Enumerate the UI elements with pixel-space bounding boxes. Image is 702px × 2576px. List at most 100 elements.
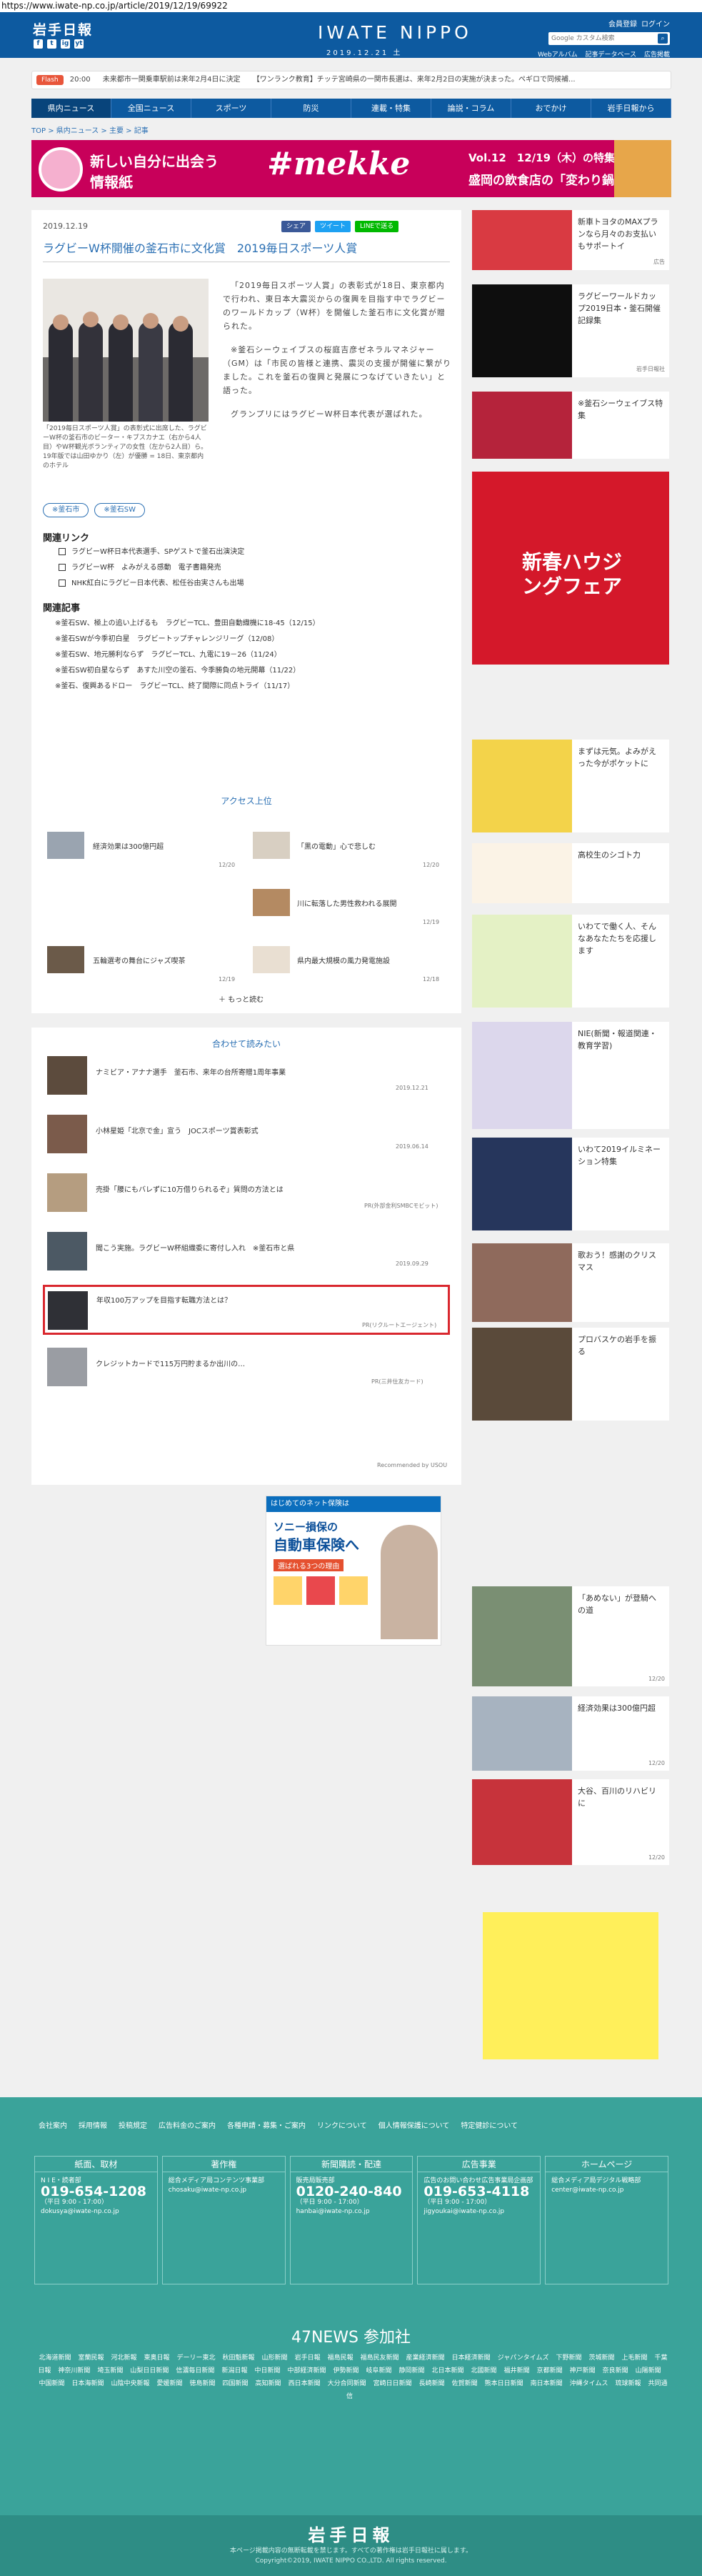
site-logo-en[interactable]: IWATE NIPPO [318, 22, 472, 43]
recommend-item-title[interactable]: ナミビア・アナナ選手 釜石市、来年の台所寄贈1周年事業 [96, 1066, 286, 1077]
recommend-item-title[interactable]: 聞こう実施。ラグビーW杯組織委に寄付し入れ ※釜石市と県 [96, 1242, 294, 1253]
related-news-item[interactable]: ※釜石SW、極上の追い上げるも ラグビーTCL、豊田自動織機に18-45（12/… [55, 616, 320, 632]
access-item-title[interactable]: 川に転落した男性救われる展開 [297, 897, 397, 908]
paper-link[interactable]: 琉球新報 [616, 2380, 641, 2387]
paper-link[interactable]: 山形新聞 [262, 2354, 288, 2362]
paper-link[interactable]: ジャパンタイムズ [498, 2354, 549, 2362]
paper-link[interactable]: 北日本新聞 [432, 2367, 464, 2374]
footer-link[interactable]: 個人情報保護について [378, 2122, 450, 2130]
facebook-share-button[interactable]: シェア [281, 221, 311, 232]
paper-link[interactable]: 山陰中央新報 [111, 2380, 149, 2387]
youtube-icon[interactable]: yt [74, 39, 84, 49]
nav-local-news[interactable]: 県内ニュース [31, 99, 111, 118]
paper-link[interactable]: 四国新聞 [223, 2380, 249, 2387]
footer-link[interactable]: 投稿規定 [119, 2122, 147, 2130]
nav-national-news[interactable]: 全国ニュース [111, 99, 191, 118]
footer-link[interactable]: リンクについて [317, 2122, 367, 2130]
instagram-icon[interactable]: ig [61, 39, 70, 49]
footer-link[interactable]: 採用情報 [79, 2122, 107, 2130]
ticker-item[interactable]: 【ワンランク教育】チッテ宮崎県の一関市長選は、来年2月2日の実施が決まった。ペギ… [253, 76, 576, 84]
url-bar[interactable]: https://www.iwate-np.co.jp/article/2019/… [0, 0, 702, 12]
related-news-item[interactable]: ※釜石SWが今季初白星 ラグビートップチャレンジリーグ（12/08） [55, 632, 279, 647]
recommend-thumb[interactable] [47, 1173, 87, 1212]
recommend-thumb[interactable] [47, 1232, 87, 1270]
paper-link[interactable]: 室蘭民報 [78, 2354, 104, 2362]
related-link[interactable]: ラグビーW杯 よみがえる感動 電子書籍発売 [59, 560, 221, 576]
search-input[interactable] [548, 32, 648, 45]
tag-kamaishi-sw[interactable]: ※釜石SW [94, 503, 146, 517]
side-item[interactable]: 大谷、百川のリハビリに 12/20 [472, 1779, 669, 1865]
paper-link[interactable]: 高知新聞 [256, 2380, 281, 2387]
tweet-button[interactable]: ツイート [315, 221, 351, 232]
paper-link[interactable]: 北海道新聞 [39, 2354, 71, 2362]
access-item-title[interactable]: 五輪選考の舞台にジャズ喫茶 [93, 955, 186, 965]
side-item[interactable]: NIE(新聞・報道関連・教育学習) [472, 1022, 669, 1129]
nav-features[interactable]: 連載・特集 [351, 99, 431, 118]
side-item[interactable]: ※釜石シーウェイブス特集 [472, 392, 669, 459]
side-item[interactable]: 歌おう！感謝のクリスマス [472, 1243, 669, 1322]
paper-link[interactable]: 愛媛新聞 [157, 2380, 183, 2387]
paper-link[interactable]: 沖縄タイムス [570, 2380, 608, 2387]
more-link[interactable]: ＋ もっと読む [219, 993, 264, 1004]
paper-link[interactable]: 埼玉新聞 [97, 2367, 123, 2374]
paper-link[interactable]: 信濃毎日新聞 [176, 2367, 214, 2374]
paper-link[interactable]: 秋田魁新報 [223, 2354, 255, 2362]
paper-link[interactable]: デーリー東北 [177, 2354, 216, 2362]
login-link[interactable]: ログイン [641, 21, 670, 29]
footer-mail[interactable]: chosaku@iwate-np.co.jp [169, 2186, 279, 2195]
phone-number[interactable]: 0120-240-840 [296, 2185, 407, 2199]
tag-kamaishi[interactable]: ※釜石市 [43, 503, 89, 517]
ticker-item[interactable]: 未来都市一関乗車駅前は来年2月4日に決定 [103, 76, 241, 84]
nav-sports[interactable]: スポーツ [191, 99, 271, 118]
side-item[interactable]: 高校生のシゴト力 [472, 843, 669, 903]
related-link[interactable]: NHK紅白にラグビー日本代表、松任谷由実さんも出場 [59, 576, 244, 592]
recommend-item-title[interactable]: 売掛「腰にもバレずに10万借りられるぞ」質問の方法とは [96, 1183, 284, 1194]
paper-link[interactable]: 新潟日報 [221, 2367, 247, 2374]
subnav-database[interactable]: 記事データベース [586, 51, 637, 59]
paper-link[interactable]: 佐賀新聞 [452, 2380, 478, 2387]
access-thumb[interactable] [253, 832, 290, 859]
recommend-item-title[interactable]: 年収100万アップを目指す転職方法とは？ [96, 1294, 231, 1305]
side-item[interactable]: プロバスケの岩手を振る [472, 1328, 669, 1421]
side-item[interactable]: 「あめない」が登騎への道 12/20 [472, 1586, 669, 1686]
access-item-title[interactable]: 「黒の電動」心で悲しむ [297, 840, 376, 851]
paper-link[interactable]: 西日本新聞 [289, 2380, 321, 2387]
paper-link[interactable]: 京都新聞 [537, 2367, 563, 2374]
paper-link[interactable]: 岩手日報 [295, 2354, 321, 2362]
paper-link[interactable]: 産業経済新聞 [406, 2354, 445, 2362]
recommend-thumb[interactable] [47, 1348, 87, 1386]
side-item[interactable]: ラグビーワールドカップ2019日本・釜石開催記録集 岩手日報社 [472, 284, 669, 377]
breadcrumb[interactable]: TOP > 県内ニュース > 主要 > 記事 [31, 124, 149, 135]
footer-link[interactable]: 特定健診について [461, 2122, 518, 2130]
paper-link[interactable]: 熊本日日新聞 [485, 2380, 523, 2387]
access-thumb[interactable] [253, 889, 290, 916]
paper-link[interactable]: 福島民友新聞 [361, 2354, 399, 2362]
paper-link[interactable]: 中日新聞 [254, 2367, 280, 2374]
traffic-map-ad[interactable] [483, 1912, 658, 2059]
paper-link[interactable]: 南日本新聞 [531, 2380, 563, 2387]
side-item[interactable]: いわて2019イルミネーション特集 [472, 1138, 669, 1230]
side-item[interactable]: まずは元気。よみがえった今がポケットに [472, 740, 669, 832]
access-item-title[interactable]: 経済効果は300億円超 [93, 840, 164, 851]
access-thumb[interactable] [47, 946, 84, 973]
related-news-item[interactable]: ※釜石SW初白星ならず あすた川空の釜石、今季勝負の地元開幕（11/22） [55, 663, 300, 679]
twitter-icon[interactable]: t [47, 39, 56, 49]
recommend-item-title[interactable]: 小林星姫「北京で金」宣う JOCスポーツ賞表彰式 [96, 1125, 259, 1135]
paper-link[interactable]: 宮崎日日新聞 [373, 2380, 412, 2387]
nav-outings[interactable]: おでかけ [511, 99, 591, 118]
paper-link[interactable]: 福井新聞 [504, 2367, 530, 2374]
footer-link[interactable]: 広告料金のご案内 [159, 2122, 216, 2130]
paper-link[interactable]: 下野新聞 [556, 2354, 581, 2362]
nav-columns[interactable]: 論説・コラム [431, 99, 511, 118]
recommend-thumb[interactable] [48, 1291, 88, 1330]
access-thumb[interactable] [47, 832, 84, 859]
line-share-button[interactable]: LINEで送る [355, 221, 399, 232]
paper-link[interactable]: 山陽新聞 [636, 2367, 661, 2374]
highlighted-recommend-item[interactable]: 年収100万アップを目指す転職方法とは？ PR(リクルートエージェント) [43, 1285, 450, 1335]
footer-mail[interactable]: jigyoukai@iwate-np.co.jp [423, 2207, 534, 2217]
sony-insurance-ad[interactable]: はじめてのネット保険は ソニー損保の 自動車保険へ 選ばれる3つの理由 [266, 1496, 441, 1646]
site-logo[interactable]: 岩手日報 [33, 19, 93, 39]
paper-link[interactable]: 日本海新聞 [71, 2380, 104, 2387]
paper-link[interactable]: 岐阜新聞 [366, 2367, 392, 2374]
paper-link[interactable]: 静岡新聞 [399, 2367, 425, 2374]
